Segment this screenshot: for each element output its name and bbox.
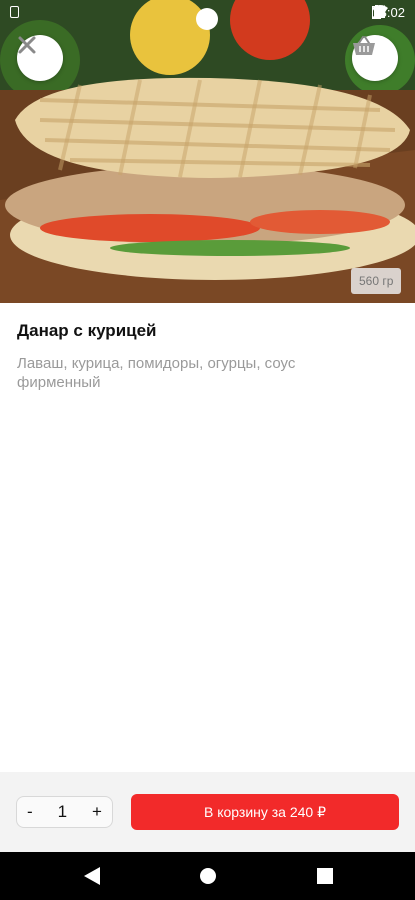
- product-title: Данар с курицей: [17, 321, 157, 340]
- product-image: 18:02 560 гр: [0, 0, 415, 303]
- weight-badge: 560 гр: [351, 268, 402, 294]
- order-bar: - 1 + В корзину за 240 ₽: [0, 772, 415, 852]
- nav-recents-icon[interactable]: [313, 864, 337, 888]
- quantity-stepper: - 1 +: [16, 796, 113, 828]
- nav-back-icon[interactable]: [80, 864, 104, 888]
- android-nav-bar: [0, 852, 415, 900]
- increase-button[interactable]: +: [92, 802, 102, 822]
- add-to-cart-button[interactable]: В корзину за 240 ₽: [131, 794, 399, 830]
- close-button[interactable]: [17, 35, 63, 81]
- quantity-value: 1: [57, 802, 68, 821]
- basket-button[interactable]: [352, 35, 398, 81]
- camera-cutout: [196, 8, 218, 30]
- sim-icon: [10, 6, 19, 18]
- basket-icon: [353, 36, 375, 55]
- decrease-button[interactable]: -: [27, 802, 33, 822]
- product-description: Лаваш, курица, помидоры, огурцы, соус фи…: [17, 355, 296, 391]
- battery-icon: [372, 5, 382, 19]
- nav-home-icon[interactable]: [196, 864, 220, 888]
- close-icon: [18, 36, 36, 54]
- status-bar: 18:02: [0, 0, 415, 30]
